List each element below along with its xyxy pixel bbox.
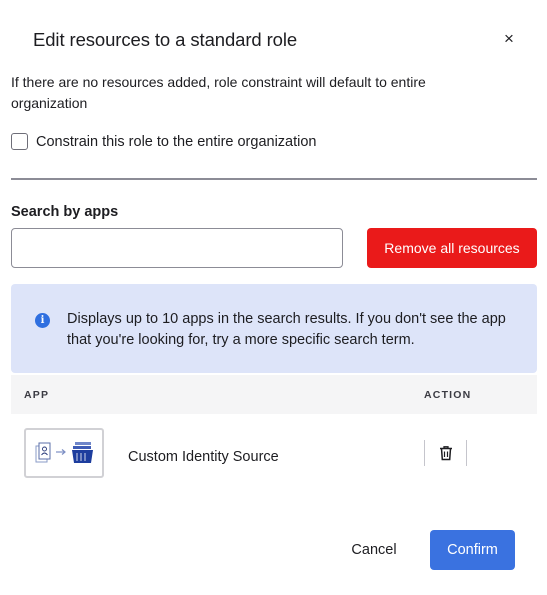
constrain-checkbox-row[interactable]: Constrain this role to the entire organi… bbox=[11, 133, 317, 150]
constrain-checkbox-label[interactable]: Constrain this role to the entire organi… bbox=[36, 134, 317, 150]
column-header-action: ACTION bbox=[424, 389, 472, 401]
search-input[interactable] bbox=[11, 228, 343, 268]
column-header-app: APP bbox=[24, 389, 50, 401]
custom-identity-source-logo bbox=[24, 428, 104, 478]
dialog-title: Edit resources to a standard role bbox=[33, 29, 298, 50]
constrain-checkbox[interactable] bbox=[11, 133, 28, 150]
table-row: Custom Identity Source bbox=[11, 414, 537, 494]
section-divider bbox=[11, 178, 537, 180]
confirm-button[interactable]: Confirm bbox=[430, 530, 515, 570]
trash-icon[interactable] bbox=[437, 444, 455, 462]
dialog-description: If there are no resources added, role co… bbox=[11, 74, 426, 111]
app-name: Custom Identity Source bbox=[128, 449, 279, 465]
search-label: Search by apps bbox=[11, 204, 119, 220]
cancel-button[interactable]: Cancel bbox=[340, 530, 408, 570]
info-banner: i Displays up to 10 apps in the search r… bbox=[11, 284, 537, 373]
info-text: Displays up to 10 apps in the search res… bbox=[67, 311, 506, 348]
edit-resources-dialog: Edit resources to a standard role × If t… bbox=[0, 0, 547, 595]
close-icon[interactable]: × bbox=[499, 29, 519, 49]
table-header: APP ACTION bbox=[11, 375, 537, 414]
row-action-group bbox=[424, 440, 467, 466]
info-icon: i bbox=[35, 313, 50, 328]
remove-all-resources-button[interactable]: Remove all resources bbox=[367, 228, 537, 268]
